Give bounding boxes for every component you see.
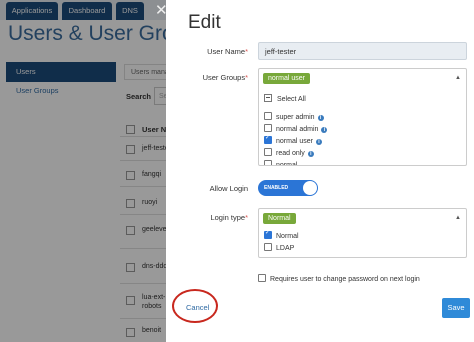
login-option-ldap[interactable]: LDAP <box>264 243 294 253</box>
info-icon[interactable]: i <box>321 127 328 133</box>
info-icon[interactable]: i <box>307 151 314 157</box>
info-icon[interactable]: i <box>315 139 322 145</box>
user-name-label-text: User Name <box>207 47 246 56</box>
user-groups-label-text: User Groups <box>202 73 246 82</box>
option-label: super admin <box>276 114 315 121</box>
group-option-normal-admin[interactable]: normal admin i <box>264 124 328 134</box>
checkbox-checked[interactable] <box>264 134 272 144</box>
checkbox[interactable] <box>264 160 272 165</box>
required-mark: * <box>245 73 248 82</box>
login-type-label: Login type* <box>128 213 248 222</box>
login-type-label-text: Login type <box>210 213 246 222</box>
group-option-normal[interactable]: normal <box>264 160 298 166</box>
toggle-state-label: ENABLED <box>264 185 289 191</box>
select-all-checkbox[interactable] <box>264 94 272 102</box>
option-label: normal admin <box>276 126 319 133</box>
user-name-label: User Name* <box>128 47 248 56</box>
option-label: normal user <box>276 138 313 145</box>
select-all-label: Select All <box>277 96 306 103</box>
group-option-normal-user[interactable]: normal useri <box>264 134 322 146</box>
login-type-select[interactable]: Normal ▲ Normal LDAP <box>258 208 467 258</box>
option-label: LDAP <box>276 245 295 252</box>
select-all-option[interactable]: Select All <box>264 94 306 104</box>
group-option-read-only[interactable]: read only i <box>264 148 314 158</box>
info-icon[interactable]: i <box>317 115 324 121</box>
selected-login-type-tag[interactable]: Normal <box>263 213 296 224</box>
chevron-up-icon[interactable]: ▲ <box>455 75 461 81</box>
cancel-button[interactable]: Cancel <box>186 303 209 312</box>
checkbox[interactable] <box>264 124 272 132</box>
edit-user-modal: Edit User Name* jeff-tester User Groups*… <box>166 0 474 342</box>
required-mark: * <box>245 213 248 222</box>
chevron-up-icon[interactable]: ▲ <box>455 215 461 221</box>
require-password-change-checkbox[interactable] <box>258 274 266 282</box>
option-label: normal <box>276 162 298 166</box>
required-mark: * <box>245 47 248 56</box>
checkbox[interactable] <box>264 148 272 156</box>
login-option-normal[interactable]: Normal <box>264 229 299 241</box>
option-label: read only <box>276 150 305 157</box>
require-password-change-label: Requires user to change password on next… <box>270 276 420 283</box>
selected-group-tag[interactable]: normal user <box>263 73 310 84</box>
save-button[interactable]: Save <box>442 298 470 318</box>
checkbox[interactable] <box>264 243 272 251</box>
group-option-super-admin[interactable]: super admin i <box>264 112 324 122</box>
option-label: Normal <box>276 233 299 240</box>
allow-login-toggle[interactable]: ENABLED <box>258 180 318 196</box>
user-groups-select[interactable]: normal user ▲ Select All super admin i no… <box>258 68 467 166</box>
allow-login-label: Allow Login <box>209 184 248 193</box>
modal-title: Edit <box>188 12 221 33</box>
checkbox-checked[interactable] <box>264 229 272 239</box>
toggle-knob[interactable] <box>303 181 317 195</box>
user-name-field[interactable]: jeff-tester <box>258 42 467 60</box>
user-groups-label: User Groups* <box>128 73 248 82</box>
checkbox[interactable] <box>264 112 272 120</box>
require-password-change-option[interactable]: Requires user to change password on next… <box>258 274 420 284</box>
